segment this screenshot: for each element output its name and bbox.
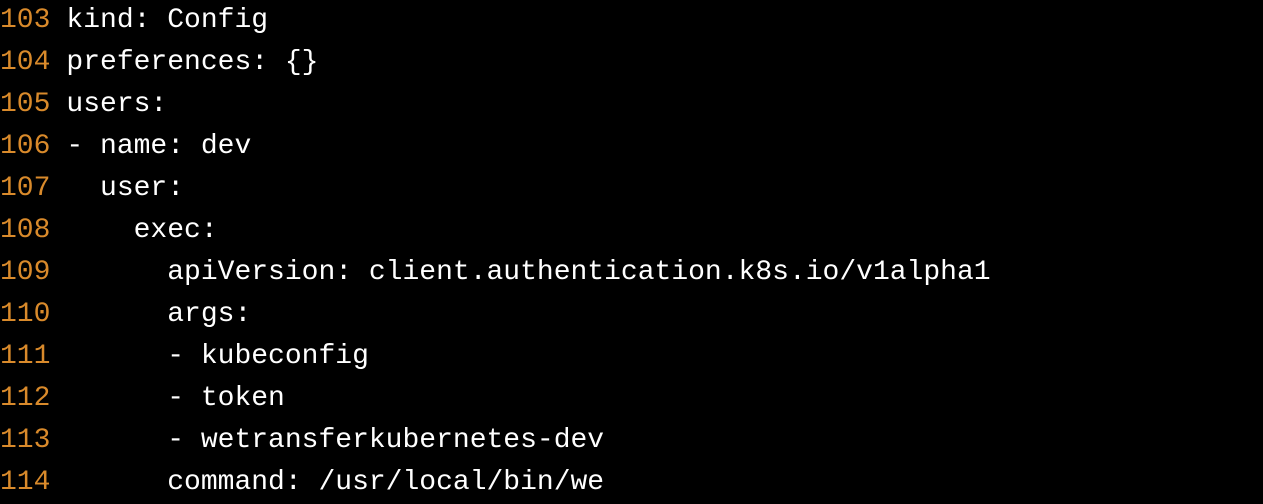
code-line: 108 exec: (0, 210, 1263, 252)
line-content: - name: dev (66, 126, 251, 168)
line-content: kind: Config (66, 0, 268, 42)
code-line: 110 args: (0, 294, 1263, 336)
code-line: 111 - kubeconfig (0, 336, 1263, 378)
code-editor[interactable]: 103 kind: Config 104 preferences: {} 105… (0, 0, 1263, 504)
line-number: 105 (0, 84, 66, 126)
line-number: 114 (0, 462, 66, 504)
line-content: exec: (66, 210, 217, 252)
line-content: - kubeconfig (66, 336, 368, 378)
code-line: 104 preferences: {} (0, 42, 1263, 84)
code-line: 103 kind: Config (0, 0, 1263, 42)
line-number: 106 (0, 126, 66, 168)
line-number: 103 (0, 0, 66, 42)
line-number: 113 (0, 420, 66, 462)
code-line: 105 users: (0, 84, 1263, 126)
line-number: 112 (0, 378, 66, 420)
line-number: 104 (0, 42, 66, 84)
line-number: 108 (0, 210, 66, 252)
line-number: 111 (0, 336, 66, 378)
code-line: 114 command: /usr/local/bin/we (0, 462, 1263, 504)
line-content: users: (66, 84, 167, 126)
code-line: 107 user: (0, 168, 1263, 210)
line-content: user: (66, 168, 184, 210)
line-content: preferences: {} (66, 42, 318, 84)
line-content: command: /usr/local/bin/we (66, 462, 604, 504)
code-line: 112 - token (0, 378, 1263, 420)
line-content: apiVersion: client.authentication.k8s.io… (66, 252, 990, 294)
line-content: - token (66, 378, 284, 420)
code-line: 113 - wetransferkubernetes-dev (0, 420, 1263, 462)
line-content: - wetransferkubernetes-dev (66, 420, 604, 462)
code-line: 106 - name: dev (0, 126, 1263, 168)
code-line: 109 apiVersion: client.authentication.k8… (0, 252, 1263, 294)
line-number: 107 (0, 168, 66, 210)
line-number: 109 (0, 252, 66, 294)
line-content: args: (66, 294, 251, 336)
line-number: 110 (0, 294, 66, 336)
